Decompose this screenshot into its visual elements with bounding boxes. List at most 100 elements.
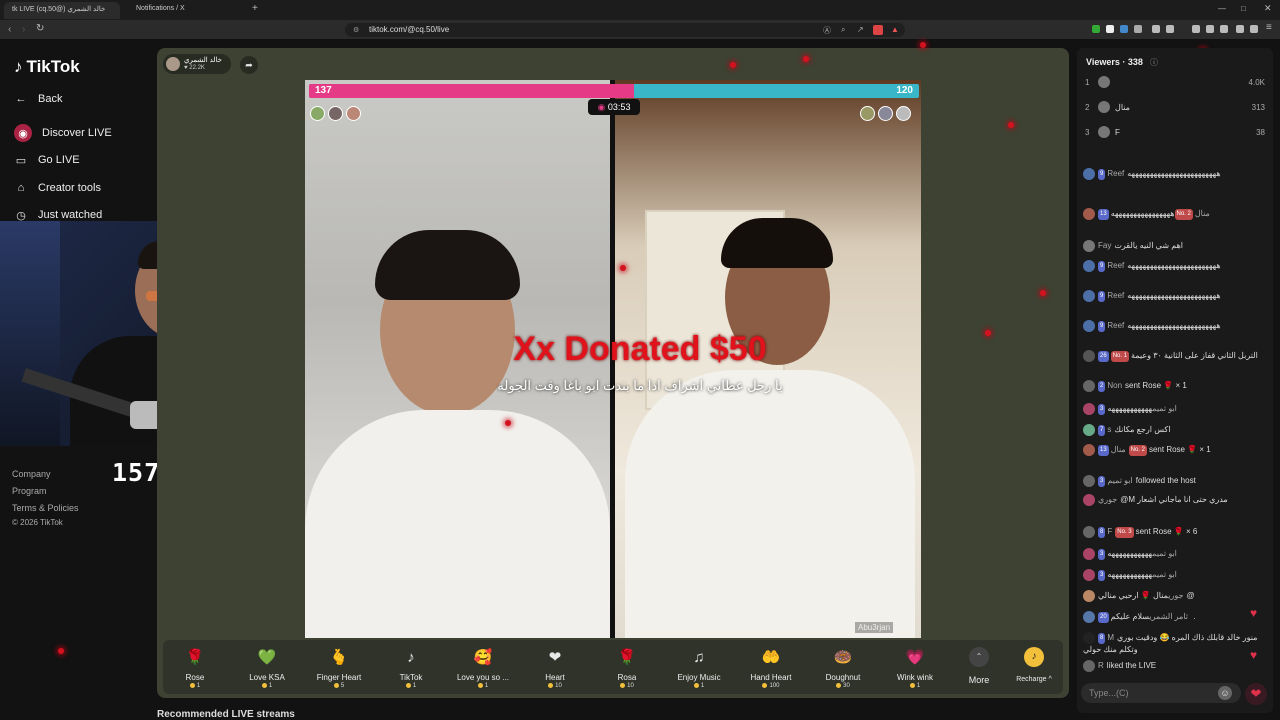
brave-shield-icon[interactable] [873,25,883,35]
chat-message[interactable]: 3 ابو تميمهههههههههههه [1083,548,1263,560]
wallet-icon[interactable] [1220,25,1228,33]
gift-icon: 🫰 [329,649,349,666]
chat-message[interactable]: 7 s اكس ارجع مكانك [1083,424,1263,436]
coin-icon [189,683,195,688]
chat-avatar [1083,380,1095,392]
extension-icon[interactable] [1106,25,1114,33]
chat-input[interactable]: Type...(C) [1081,683,1241,703]
chat-message[interactable]: 13 منالNo. 2ههههههههههههههههه [1083,208,1263,220]
maximize-button[interactable]: □ [1241,4,1246,13]
zoom-icon[interactable]: ⌕ [841,25,845,35]
back-link[interactable]: ← Back [14,90,63,108]
music-icon[interactable] [1192,25,1200,33]
share-page-icon[interactable]: ↗ [857,25,864,34]
chat-message[interactable]: 3 ابو تميم followed the host [1083,475,1263,487]
gift-name: Doughnut [825,673,861,682]
gift-box-icon[interactable]: ❤ [1245,683,1267,705]
history-icon: ◷ [16,209,26,222]
left-player-hair [375,230,520,300]
chat-message[interactable]: 9 Reef ههههههههههههههههههههههههه [1083,290,1263,302]
download-icon[interactable] [1236,25,1244,33]
chat-message[interactable]: 3 ابو تميمهههههههههههه [1083,403,1263,415]
chat-message[interactable]: Fay اهم شي النيه يالقرت [1083,240,1263,252]
chat-placeholder: Type...(C) [1089,688,1129,698]
chat-message[interactable]: 26 No. 1 التربل الثاني قفاز على الثانية ٣٠… [1083,350,1263,362]
chat-message[interactable]: 9 Reef ههههههههههههههههههههههههه [1083,168,1263,180]
footer-link-company[interactable]: Company [12,469,51,479]
address-bar[interactable]: ⚙ tiktok.com/@cq.50/live Ⓐ ⌕ ↗ ▲ [345,23,905,37]
chat-message[interactable]: جوري @M مدري حتى انا ماجاني اشعار [1083,494,1263,506]
gifter-avatar[interactable] [878,106,893,121]
gift-item[interactable]: ♪ TikTok 1 [376,646,446,690]
translate-icon[interactable]: Ⓐ [823,25,831,36]
chat-username: Fay [1098,241,1112,251]
chat-message[interactable]: 3 ابو تميمهههههههههههه [1083,569,1263,581]
chat-avatar [1083,320,1095,332]
gift-item[interactable]: 🫰 Finger Heart 5 [304,646,374,689]
sidebar-item-go-live[interactable]: ▭ Go LIVE [14,151,80,169]
emoji-icon[interactable]: ☺ [1218,686,1232,700]
gifter-avatar[interactable] [346,106,361,121]
gift-price-value: 1 [412,683,417,690]
chat-message[interactable]: 9 Reef ههههههههههههههههههههههههه [1083,260,1263,272]
extension-icon[interactable] [1134,25,1142,33]
chat-message[interactable]: 9 Reef ههههههههههههههههههههههههه [1083,320,1263,332]
more-gifts-button[interactable]: ⌃ More [959,647,999,685]
top-viewer-row[interactable]: 2 منال 313 [1085,101,1265,113]
tab-tiktok-live[interactable]: tk LIVE (cq.50@) خالد الشمري [4,2,120,19]
shield-icon[interactable] [1250,25,1258,33]
gift-item[interactable]: ❤ Heart 10 [520,646,590,689]
gift-item[interactable]: 🤲 Hand Heart 100 [736,646,806,689]
close-window-button[interactable]: ✕ [1264,3,1272,14]
new-tab-button[interactable]: + [252,3,258,14]
rewards-icon[interactable]: ▲ [891,25,899,34]
gift-item[interactable]: 🌹 Rose 1 [160,646,230,689]
rank-badge: No. 1 [1110,350,1130,362]
site-info-icon[interactable]: ⚙ [353,26,359,34]
gift-item[interactable]: ♫ Enjoy Music 1 [664,646,734,690]
minimize-button[interactable]: — [1218,4,1226,13]
back-arrow-icon[interactable]: ‹ [8,24,11,35]
chat-message[interactable]: جوريمنال 🌹 ارحبي منالي@ [1083,590,1263,602]
sidebar-toggle-icon[interactable] [1206,25,1214,33]
extension-icon[interactable] [1152,25,1160,33]
chat-message[interactable]: 8 F No. 3 sent Rose 🌹 × 6 [1083,526,1263,538]
chat-message[interactable]: 13 منال No. 2 sent Rose 🌹 × 1 [1083,444,1263,456]
gift-item[interactable]: 🌹 Rosa 10 [592,646,662,689]
footer-link-terms[interactable]: Terms & Policies [12,503,79,513]
top-viewer-row[interactable]: 1 4.0K [1085,76,1265,88]
coin-icon [477,683,483,688]
info-icon[interactable]: ⓘ [1150,57,1158,68]
gift-price: 1 [448,683,518,689]
chat-message[interactable]: 2 Non sent Rose 🌹 × 1 [1083,380,1263,392]
chat-message[interactable]: Rliked the LIVE [1083,660,1263,672]
forward-arrow-icon[interactable]: › [22,24,25,35]
gifter-avatar[interactable] [310,106,325,121]
gift-item[interactable]: 🍩 Doughnut 30 [808,646,878,689]
extension-icon[interactable] [1166,25,1174,33]
extension-icon[interactable] [1120,25,1128,33]
host-chip[interactable]: خالد الشمري ♥ 22.2K [163,54,231,74]
recharge-button[interactable]: ♪ Recharge ^ [1009,647,1059,683]
donation-message: يا رجل عطاني اشراف اذا ما بندت ابو باغا … [497,378,783,393]
extension-icon[interactable] [1092,25,1100,33]
top-viewer-row[interactable]: 3 F 38 [1085,126,1265,138]
viewers-title[interactable]: Viewers · 338 [1086,57,1143,67]
menu-icon[interactable]: ≡ [1266,22,1272,33]
gifter-avatar[interactable] [328,106,343,121]
reload-icon[interactable]: ↻ [36,23,44,34]
share-button[interactable]: ➦ [240,56,258,74]
gift-item[interactable]: 💚 Love KSA 1 [232,646,302,689]
gifter-avatar[interactable] [896,106,911,121]
chat-message[interactable]: 20 ثامر الشمريسلام عليكم . [1083,611,1263,623]
sidebar-item-discover-live[interactable]: ◉ Discover LIVE [14,124,112,142]
footer-link-program[interactable]: Program [12,486,47,496]
sidebar-item-creator-tools[interactable]: ⌂ Creator tools [14,179,101,197]
chat-message[interactable]: 8 M منور خالد قابلك ذاك المره 😂 ودقيت بوري… [1083,632,1263,655]
gift-icon: 🍩 [833,649,853,666]
gift-item[interactable]: 💗 Wink wink 1 [880,646,950,689]
tiktok-logo[interactable]: ♪ TikTok [14,57,80,77]
tab-notifications[interactable]: Notifications / X [128,2,248,19]
gift-item[interactable]: 🥰 Love you so ... 1 [448,646,518,689]
gifter-avatar[interactable] [860,106,875,121]
